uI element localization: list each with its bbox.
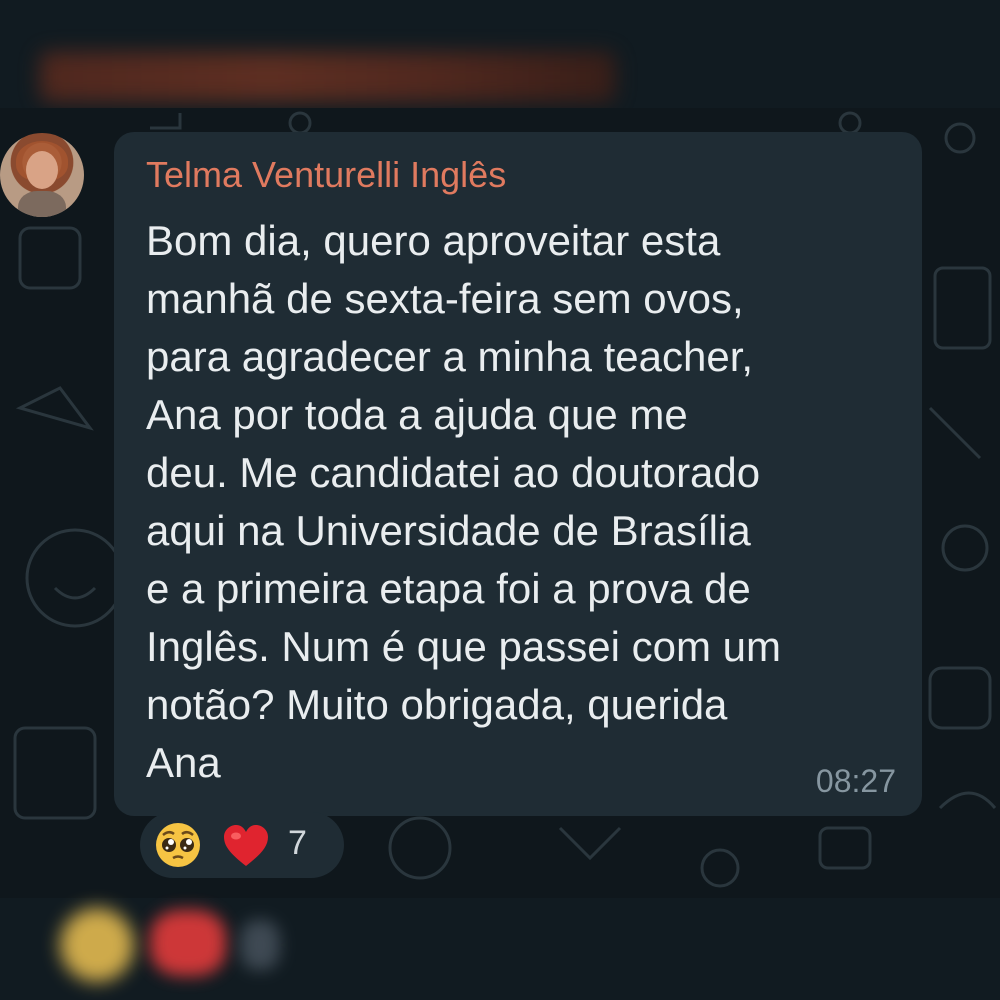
pleading-face-icon [156,823,200,867]
message-line: para agradecer a minha teacher, [146,333,754,380]
message-line: notão? Muito obrigada, querida [146,681,728,728]
chat-header [0,0,1000,108]
message-line: Inglês. Num é que passei com um [146,623,781,670]
message-bubble[interactable]: Telma Venturelli Inglês Bom dia, quero a… [114,132,922,816]
sender-avatar[interactable] [0,133,84,217]
message-line: deu. Me candidatei ao doutorado [146,449,761,496]
message-line: manhã de sexta-feira sem ovos, [146,275,744,322]
reactions-pill[interactable]: 7 [140,812,344,878]
sender-name[interactable]: Telma Venturelli Inglês [146,154,506,196]
message-line: Ana por toda a ajuda que me [146,391,688,438]
avatar-body [18,191,66,217]
message-text: Bom dia, quero aproveitar esta manhã de … [146,212,886,792]
blurred-emoji-icon [60,908,134,982]
red-heart-icon [224,825,268,866]
avatar-face [26,151,58,189]
message-line: Bom dia, quero aproveitar esta [146,217,721,264]
message-line: Ana [146,739,221,786]
message-line: e a primeira etapa foi a prova de [146,565,751,612]
reaction-count: 7 [288,824,307,862]
blurred-chat-title [40,52,615,102]
message-timestamp: 08:27 [815,763,896,799]
message-line: aqui na Universidade de Brasília [146,507,751,554]
blurred-element [240,920,280,970]
blurred-heart-icon [150,910,226,976]
